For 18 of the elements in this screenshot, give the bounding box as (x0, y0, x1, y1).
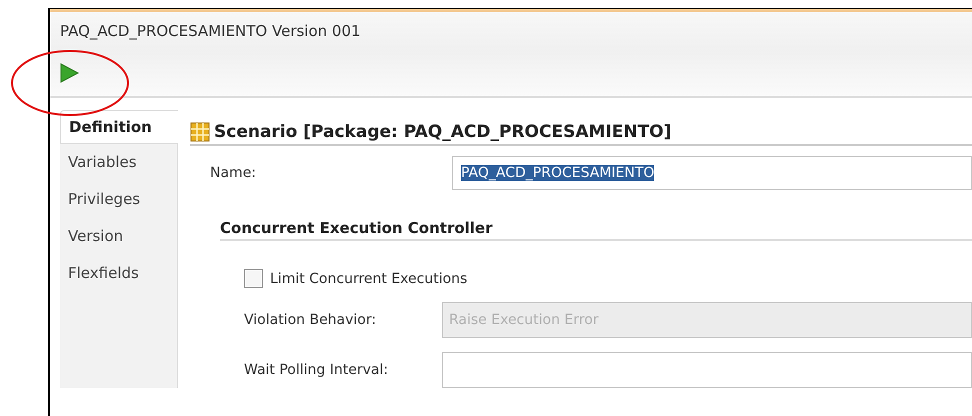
grid-icon (190, 122, 210, 142)
tab[interactable]: Privileges (60, 181, 178, 218)
input-field[interactable] (442, 352, 972, 388)
tab[interactable]: Definition (60, 110, 178, 144)
tab[interactable]: Variables (60, 144, 178, 181)
tab[interactable]: Version (60, 218, 178, 255)
section-heading: Concurrent Execution Controller (220, 219, 493, 237)
window-title: PAQ_ACD_PROCESAMIENTO Version 001 (60, 22, 361, 40)
play-icon (58, 62, 80, 84)
name-field[interactable]: PAQ_ACD_PROCESAMIENTO (452, 156, 972, 190)
scenario-heading: Scenario [Package: PAQ_ACD_PROCESAMIENTO] (214, 122, 672, 142)
field-label: Name: (210, 165, 258, 181)
checkbox-label: Limit Concurrent Executions (270, 270, 468, 286)
run-button[interactable] (58, 62, 80, 84)
field-label: Violation Behavior: (244, 312, 378, 328)
field-label: Wait Polling Interval: (244, 362, 390, 378)
tab[interactable]: Flexfields (60, 255, 178, 292)
checkbox[interactable] (244, 269, 263, 288)
